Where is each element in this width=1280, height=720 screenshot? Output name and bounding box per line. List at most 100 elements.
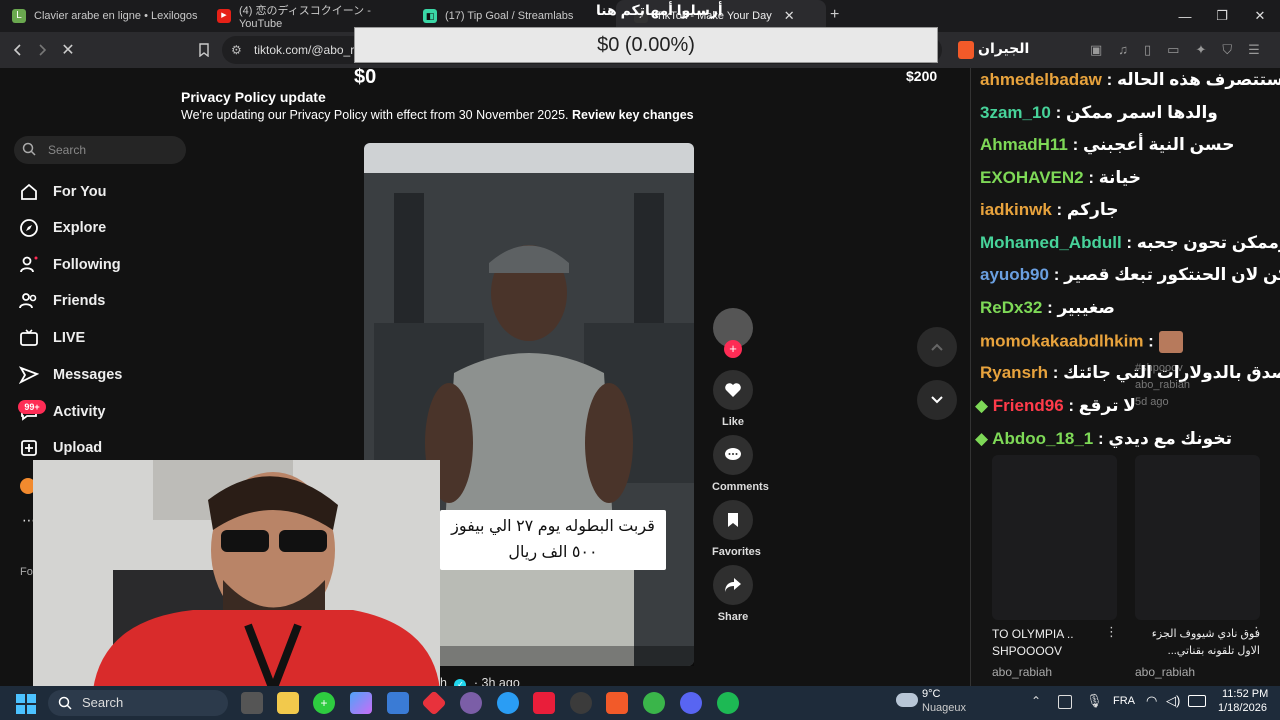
chat-separator: : (1063, 396, 1079, 415)
obs-icon[interactable] (570, 692, 592, 714)
chat-separator: : (1048, 363, 1064, 382)
heart-icon (713, 370, 753, 410)
related-video-title[interactable]: فوق نادي شيووف الجزء الاول تلقونه بقناتي… (1135, 626, 1260, 660)
app-icon[interactable] (643, 692, 665, 714)
clock-time[interactable]: 11:52 PM (1222, 688, 1268, 700)
privacy-title: Privacy Policy update (181, 89, 326, 105)
back-icon[interactable] (6, 38, 30, 62)
more-options-icon[interactable]: ⋮ (1250, 624, 1263, 640)
chat-text: حسن النية أعجبني (1082, 135, 1235, 154)
microphone-icon[interactable]: 🎙 (1086, 693, 1103, 709)
task-view-icon[interactable] (241, 692, 263, 714)
youtube-favicon-icon: ▶ (217, 9, 231, 23)
nav-upload[interactable]: Upload (18, 434, 102, 462)
related-video-author[interactable]: abo_rabiah (992, 665, 1052, 679)
site-settings-icon[interactable]: ⚙ (231, 43, 242, 57)
chevron-up-icon (931, 343, 943, 351)
nav-friends[interactable]: Friends (18, 287, 105, 315)
related-video-thumb[interactable] (992, 455, 1117, 620)
creator-avatar-button[interactable]: + (712, 308, 754, 358)
chat-username: 3zam_10 (980, 103, 1051, 122)
chat-username: AhmadH11 (980, 135, 1068, 154)
search-input[interactable]: Search (14, 136, 186, 164)
app-icon[interactable] (497, 692, 519, 714)
spotify-icon[interactable] (717, 692, 739, 714)
related-video-author[interactable]: abo_rabiah (1135, 665, 1195, 679)
forward-icon[interactable] (30, 38, 54, 62)
chat-username: ayuob90 (980, 265, 1049, 284)
review-changes-link[interactable]: Review key changes (572, 108, 694, 122)
like-label: Like (721, 416, 744, 428)
minimize-icon[interactable]: — (1165, 0, 1205, 32)
nav-for-you[interactable]: For You (18, 178, 106, 206)
app-icon[interactable]: + (313, 692, 335, 714)
nav-label: Following (53, 257, 121, 273)
chat-separator: : (1083, 168, 1099, 187)
like-button[interactable]: Like (712, 370, 754, 428)
window-close-icon[interactable]: ✕ (1240, 0, 1280, 32)
weather-cloud-icon (896, 693, 918, 707)
chat-message: ayuob90 : وممكن لان الحنتكور تبعك قصير (980, 265, 1280, 285)
discord-icon[interactable] (680, 692, 702, 714)
app-icon[interactable] (421, 690, 447, 716)
next-video-button[interactable] (917, 380, 957, 420)
clock-date[interactable]: 1/18/2026 (1218, 702, 1267, 714)
streamlabs-favicon-icon: ◧ (423, 9, 437, 23)
chevron-up-icon[interactable]: ⌃ (1031, 694, 1041, 708)
stop-loading-icon[interactable]: ✕ (56, 38, 80, 62)
nav-messages[interactable]: Messages (18, 361, 122, 389)
bookmark-icon[interactable] (192, 38, 216, 62)
nav-following[interactable]: Following (18, 251, 121, 279)
more-options-icon[interactable]: ⋮ (1105, 624, 1118, 640)
related-faint-time: 5d ago (1135, 396, 1169, 408)
nav-live[interactable]: LIVE (18, 324, 85, 352)
wifi-icon[interactable]: ◠ (1146, 693, 1157, 709)
follow-plus-icon[interactable]: + (724, 340, 742, 358)
chat-username: Ryansrh (980, 363, 1049, 382)
windows-start-icon[interactable] (16, 694, 36, 719)
chat-text: والدها اسمر ممكن (1066, 103, 1218, 122)
chat-username: ReDx32 (980, 298, 1043, 317)
share-icon (713, 565, 753, 605)
chat-text: وممكن لان الحنتكور تبعك قصير (1064, 265, 1280, 284)
nav-label: Upload (53, 440, 103, 456)
brave-icon[interactable] (606, 692, 628, 714)
volume-icon[interactable]: ◁) (1166, 693, 1180, 709)
url-text: tiktok.com/@abo_r (254, 43, 355, 57)
tip-goal-max: $200 (906, 68, 938, 84)
toolbar-extension-icons[interactable]: ▣♫▯▭✦⛉☰ (1090, 42, 1276, 58)
chat-separator: : (1050, 103, 1066, 122)
related-video-thumb[interactable] (1135, 455, 1260, 620)
close-tab-icon[interactable]: ✕ (784, 8, 795, 24)
file-explorer-icon[interactable] (277, 692, 299, 714)
share-button[interactable]: Share (712, 565, 754, 623)
comments-button[interactable]: Comments (712, 435, 769, 493)
store-icon[interactable] (387, 692, 409, 714)
taskbar-search[interactable]: Search (48, 690, 228, 716)
tab-lexilogos[interactable]: L Clavier arabe en ligne • Lexilogos (12, 0, 212, 32)
language-indicator[interactable]: FRA (1113, 695, 1135, 707)
new-tab-icon[interactable]: + (830, 6, 839, 24)
nav-label: Friends (53, 293, 106, 309)
chat-username: EXOHAVEN2 (980, 168, 1084, 187)
related-video-title[interactable]: TO OLYMPIA .. SHPOOOOV (992, 626, 1102, 660)
app-icon[interactable] (533, 692, 555, 714)
previous-video-button[interactable] (917, 327, 957, 367)
tray-app-icon[interactable] (1058, 695, 1072, 709)
battery-icon (1188, 695, 1206, 707)
tip-goal-min: $0 (354, 66, 377, 88)
app-icon[interactable] (460, 692, 482, 714)
chat-separator: : (1067, 135, 1083, 154)
chat-text: جاركم (1066, 200, 1119, 219)
webcam-feed (33, 460, 440, 690)
nav-explore[interactable]: Explore (18, 214, 106, 242)
tab-title: Clavier arabe en ligne • Lexilogos (34, 10, 198, 22)
favorites-button[interactable]: Favorites (712, 500, 761, 558)
lexilogos-favicon-icon: L (12, 9, 26, 23)
search-icon (22, 142, 36, 161)
brave-shield-icon[interactable] (958, 41, 974, 59)
overlay-text: أرسلوا أمهاتكم هنا (596, 2, 723, 18)
copilot-icon[interactable] (350, 692, 372, 714)
emote-icon (1158, 331, 1183, 353)
maximize-icon[interactable]: ❐ (1202, 0, 1242, 32)
